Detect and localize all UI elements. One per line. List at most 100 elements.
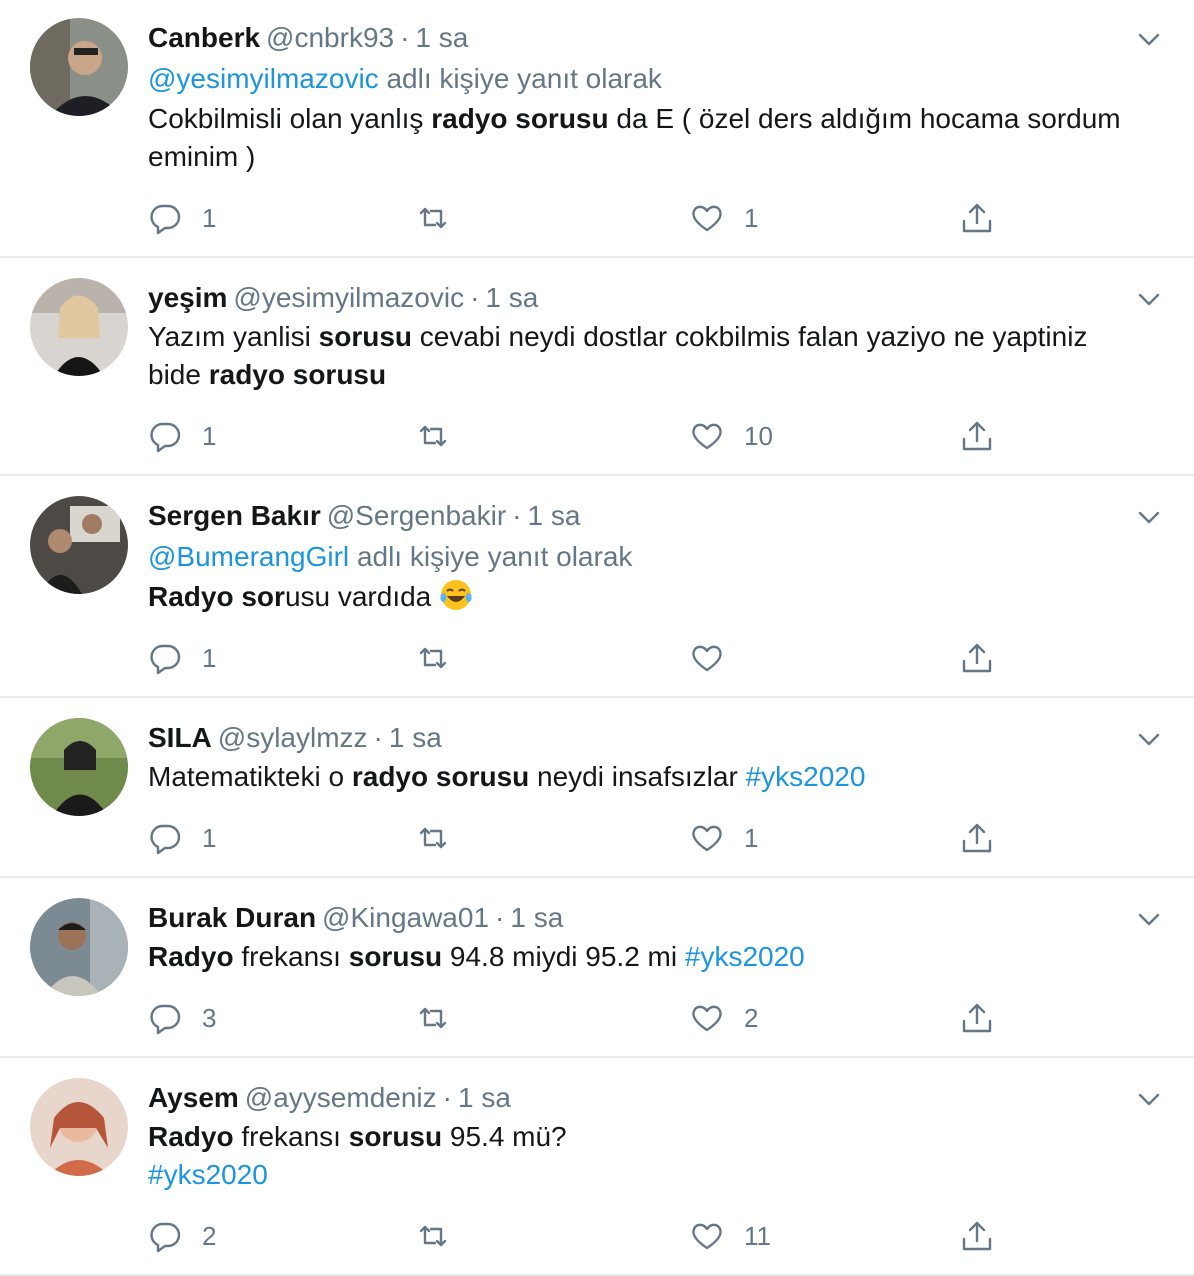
like-button[interactable]: 10 (690, 416, 773, 456)
chevron-down-icon[interactable] (1134, 502, 1164, 532)
avatar[interactable] (30, 278, 128, 376)
like-button[interactable]: 1 (690, 198, 758, 238)
share-icon (962, 203, 992, 233)
text-segment: frekansı (233, 1121, 349, 1152)
reply-button[interactable]: 1 (148, 416, 216, 456)
reply-count: 2 (202, 1220, 217, 1251)
like-count: 1 (744, 822, 759, 853)
tweet[interactable]: yeşim @yesimyilmazovic · 1 sa Yazım yanlisi… (0, 258, 1194, 476)
retweet-button[interactable] (416, 416, 470, 456)
retweet-button[interactable] (416, 998, 470, 1038)
avatar[interactable] (30, 718, 128, 816)
separator-dot: · (512, 500, 522, 531)
reply-to-handle[interactable]: @BumerangGirl (148, 541, 349, 572)
tweet[interactable]: Canberk @cnbrk93 · 1 sa @yesimyilmazovic ad… (0, 0, 1194, 258)
avatar[interactable] (30, 1078, 128, 1176)
share-icon (962, 823, 992, 853)
share-button[interactable] (960, 1216, 994, 1256)
timestamp[interactable]: 1 sa (527, 500, 580, 531)
timestamp[interactable]: 1 sa (485, 282, 538, 313)
reply-icon (150, 204, 181, 235)
like-button[interactable]: 2 (690, 998, 758, 1038)
user-handle[interactable]: @Sergenbakir (327, 500, 506, 531)
reply-to-handle[interactable]: @yesimyilmazovic (148, 63, 379, 94)
heart-icon (692, 423, 722, 450)
tweet-header: Aysem @ayysemdeniz · 1 sa (148, 1078, 1134, 1118)
user-handle[interactable]: @cnbrk93 (266, 22, 394, 53)
text-highlight: sorusu (348, 1121, 443, 1152)
share-button[interactable] (960, 416, 994, 456)
text-highlight: Radyo sor (148, 581, 285, 612)
share-button[interactable] (960, 998, 994, 1038)
reply-icon (150, 644, 181, 675)
share-button[interactable] (960, 818, 994, 858)
timestamp[interactable]: 1 sa (389, 722, 442, 753)
retweet-button[interactable] (416, 1216, 470, 1256)
reply-context-label: adlı kişiye yanıt olarak (386, 63, 662, 94)
chevron-down-icon[interactable] (1134, 24, 1164, 54)
tweet-header: yeşim @yesimyilmazovic · 1 sa (148, 278, 1134, 318)
reply-count: 1 (202, 642, 217, 673)
tweet-text: Radyo frekansı sorusu 94.8 miydi 95.2 mi… (148, 938, 1134, 976)
avatar[interactable] (30, 496, 128, 594)
chevron-down-icon[interactable] (1134, 724, 1164, 754)
text-segment: Matematikteki o (148, 761, 352, 792)
user-handle[interactable]: @ayysemdeniz (245, 1082, 437, 1113)
chevron-down-icon[interactable] (1134, 284, 1164, 314)
text-segment: Yazım yanlisi (148, 321, 319, 352)
user-handle[interactable]: @sylaylmzz (218, 722, 368, 753)
like-button[interactable] (690, 638, 744, 678)
text-highlight: radyo sorusu (351, 761, 530, 792)
chevron-down-icon[interactable] (1134, 1084, 1164, 1114)
user-handle[interactable]: @yesimyilmazovic (233, 282, 464, 313)
reply-button[interactable]: 3 (148, 998, 216, 1038)
reply-button[interactable]: 1 (148, 638, 216, 678)
share-button[interactable] (960, 638, 994, 678)
retweet-button[interactable] (416, 198, 470, 238)
timestamp[interactable]: 1 sa (458, 1082, 511, 1113)
tweet[interactable]: Aysem @ayysemdeniz · 1 sa Radyo frekansı so… (0, 1058, 1194, 1276)
like-button[interactable]: 1 (690, 818, 758, 858)
tweet[interactable]: SILA @sylaylmzz · 1 sa Matematikteki o rady… (0, 698, 1194, 878)
tweet-header: Burak Duran @Kingawa01 · 1 sa (148, 898, 1134, 938)
text-segment: frekansı (233, 941, 349, 972)
reply-icon (150, 824, 181, 855)
like-count: 10 (744, 420, 773, 451)
chevron-down-icon[interactable] (1134, 904, 1164, 934)
reply-button[interactable]: 1 (148, 818, 216, 858)
retweet-button[interactable] (416, 638, 470, 678)
tweet[interactable]: Burak Duran @Kingawa01 · 1 sa Radyo frekans… (0, 878, 1194, 1058)
heart-icon (692, 205, 722, 232)
hashtag-link[interactable]: #yks2020 (148, 1159, 268, 1190)
reply-count: 1 (202, 822, 217, 853)
display-name[interactable]: yeşim (148, 282, 227, 313)
display-name[interactable]: Sergen Bakır (148, 500, 321, 531)
display-name[interactable]: Burak Duran (148, 902, 316, 933)
separator-dot: · (470, 282, 480, 313)
reply-icon (150, 422, 181, 453)
tweet[interactable]: Sergen Bakır @Sergenbakir · 1 sa @BumerangG… (0, 476, 1194, 698)
text-segment: 94.8 miydi 95.2 mi (442, 941, 685, 972)
display-name[interactable]: Canberk (148, 22, 260, 53)
text-segment: 95.4 mü? (442, 1121, 567, 1152)
like-count: 1 (744, 202, 759, 233)
like-button[interactable]: 11 (690, 1216, 771, 1256)
text-segment: neydi insafsızlar (529, 761, 746, 792)
reply-button[interactable]: 1 (148, 198, 216, 238)
text-highlight: Radyo (148, 1121, 234, 1152)
share-button[interactable] (960, 198, 994, 238)
timestamp[interactable]: 1 sa (510, 902, 563, 933)
avatar[interactable] (30, 18, 128, 116)
display-name[interactable]: Aysem (148, 1082, 239, 1113)
hashtag-link[interactable]: #yks2020 (746, 761, 866, 792)
reply-context: @BumerangGirl adlı kişiye yanıt olarak (148, 536, 1134, 578)
hashtag-link[interactable]: #yks2020 (685, 941, 805, 972)
avatar[interactable] (30, 898, 128, 996)
like-count: 2 (744, 1002, 759, 1033)
share-icon (962, 643, 992, 673)
user-handle[interactable]: @Kingawa01 (322, 902, 489, 933)
retweet-button[interactable] (416, 818, 470, 858)
reply-button[interactable]: 2 (148, 1216, 216, 1256)
display-name[interactable]: SILA (148, 722, 212, 753)
timestamp[interactable]: 1 sa (415, 22, 468, 53)
